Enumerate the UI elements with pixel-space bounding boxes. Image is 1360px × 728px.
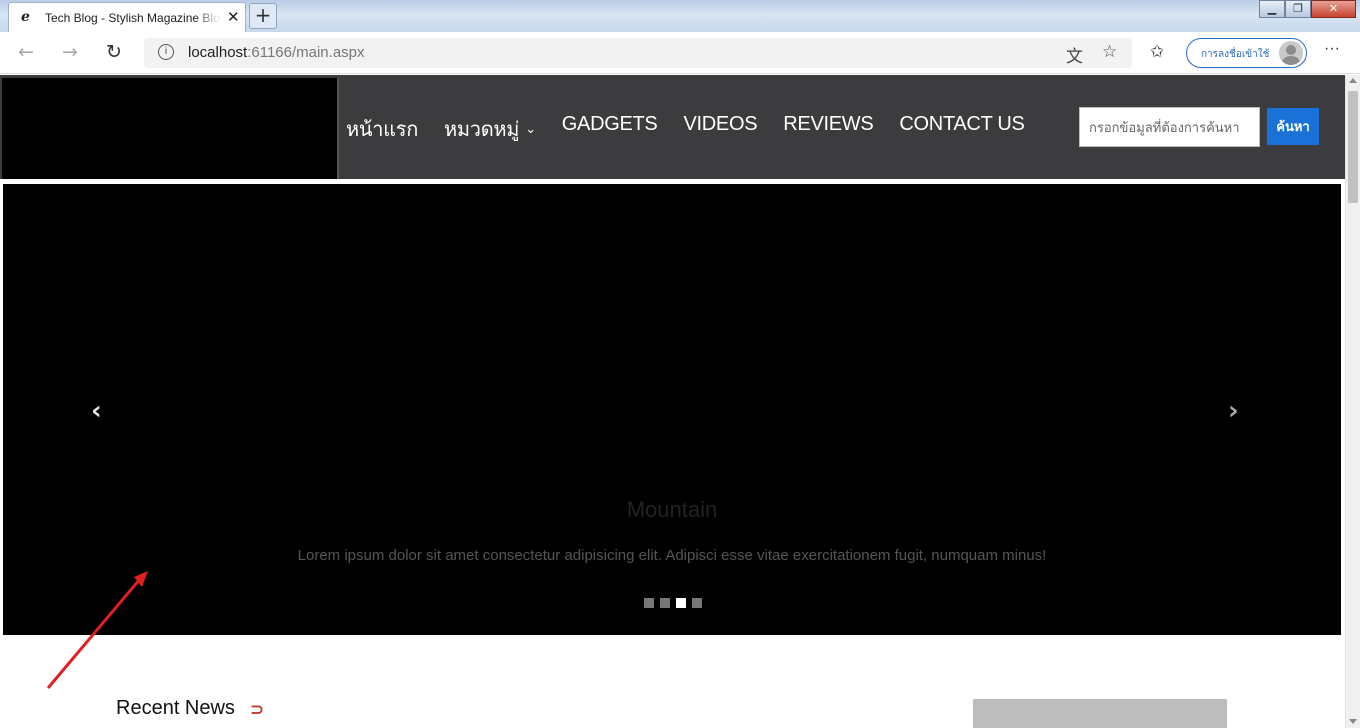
new-tab-button[interactable]: + — [249, 3, 277, 29]
carousel-indicator[interactable] — [676, 598, 686, 608]
forward-icon[interactable]: → — [62, 41, 78, 63]
menu-item-reviews[interactable]: REVIEWS — [783, 113, 873, 145]
red-annotation-arrow — [46, 571, 148, 689]
slide-title: Mountain — [626, 497, 718, 522]
more-menu-icon[interactable]: ··· — [1324, 40, 1340, 58]
sign-in-button[interactable]: การลงชื่อเข้าใช้ — [1186, 38, 1307, 68]
carousel-prev-icon[interactable]: ‹ — [91, 396, 102, 426]
menu-item-categories[interactable]: หมวดหมู่ ⌄ — [444, 113, 536, 145]
profile-avatar-icon — [1279, 41, 1303, 65]
rss-icon[interactable]: ⊃ — [250, 700, 264, 720]
carousel-next-icon[interactable]: › — [1228, 396, 1239, 426]
address-toolbar: ← → ↻ i localhost:61166/main.aspx 文 ☆ ✩ … — [0, 32, 1360, 74]
search-button[interactable]: ค้นหา — [1267, 108, 1319, 145]
url-text[interactable]: localhost:61166/main.aspx — [188, 44, 365, 61]
site-header: หน้าแรก หมวดหมู่ ⌄ GADGETS VIDEOS REVIEWS… — [0, 75, 1345, 179]
favorites-list-icon[interactable]: ✩ — [1150, 42, 1164, 62]
browser-tab[interactable]: e Tech Blog - Stylish Magazine Blog ✕ — [8, 2, 246, 32]
carousel-indicator[interactable] — [692, 598, 702, 608]
sidebar-widget — [973, 699, 1227, 728]
address-bar[interactable]: i localhost:61166/main.aspx 文 ☆ — [144, 38, 1132, 68]
scroll-up-icon[interactable] — [1349, 78, 1357, 83]
search-input[interactable] — [1079, 107, 1260, 147]
sign-in-label: การลงชื่อเข้าใช้ — [1201, 49, 1270, 60]
recent-news-heading: Recent News — [116, 697, 235, 719]
web-page: หน้าแรก หมวดหมู่ ⌄ GADGETS VIDEOS REVIEWS… — [0, 75, 1345, 728]
slide-caption: Lorem ipsum dolor sit amet consectetur a… — [297, 547, 1047, 564]
window-controls: ▁ ❐ ✕ — [1259, 0, 1356, 20]
close-window-button[interactable]: ✕ — [1311, 0, 1356, 18]
chevron-down-icon: ⌄ — [525, 121, 536, 136]
menu-item-contact[interactable]: CONTACT US — [899, 113, 1024, 145]
browser-title-bar: e Tech Blog - Stylish Magazine Blog ✕ + … — [0, 0, 1360, 32]
scroll-down-icon[interactable] — [1349, 719, 1357, 724]
translate-icon[interactable]: 文 — [1066, 42, 1083, 67]
back-icon[interactable]: ← — [18, 41, 34, 63]
minimize-button[interactable]: ▁ — [1259, 0, 1285, 18]
favorite-star-icon[interactable]: ☆ — [1102, 42, 1117, 62]
main-menu: หน้าแรก หมวดหมู่ ⌄ GADGETS VIDEOS REVIEWS… — [346, 113, 1025, 145]
restore-button[interactable]: ❐ — [1285, 0, 1311, 18]
carousel-indicators — [644, 598, 702, 608]
menu-item-videos[interactable]: VIDEOS — [683, 113, 757, 145]
page-scrollbar[interactable] — [1345, 75, 1360, 728]
carousel-indicator[interactable] — [660, 598, 670, 608]
site-logo[interactable] — [2, 78, 339, 179]
scrollbar-thumb[interactable] — [1348, 91, 1358, 203]
carousel-indicator[interactable] — [644, 598, 654, 608]
close-tab-icon[interactable]: ✕ — [227, 8, 240, 26]
menu-item-gadgets[interactable]: GADGETS — [562, 113, 658, 145]
menu-item-home[interactable]: หน้าแรก — [346, 113, 418, 145]
refresh-icon[interactable]: ↻ — [106, 41, 122, 63]
tab-title: Tech Blog - Stylish Magazine Blog — [45, 11, 221, 25]
edge-logo-icon: e — [21, 9, 30, 25]
info-icon[interactable]: i — [158, 44, 174, 60]
hero-carousel: ‹ › Mountain Lorem ipsum dolor sit amet … — [3, 184, 1341, 635]
